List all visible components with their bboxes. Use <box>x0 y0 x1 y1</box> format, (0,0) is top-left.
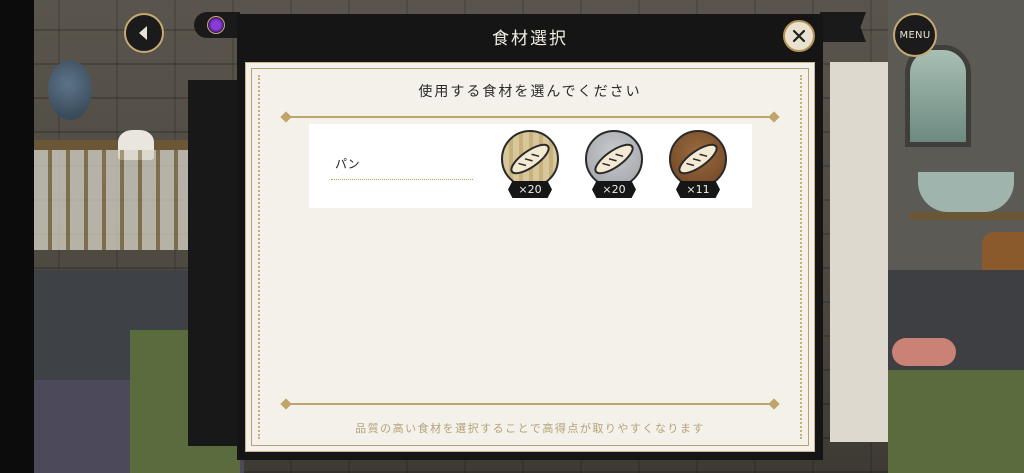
arched-window <box>905 45 971 147</box>
close-button[interactable] <box>783 20 815 52</box>
item-count-badge: ×11 <box>676 181 720 198</box>
menu-label: MENU <box>899 29 931 41</box>
ingredient-item-low-quality[interactable]: ×20 <box>499 130 563 206</box>
hanging-pan <box>48 60 92 120</box>
stacked-bowls <box>918 172 1014 212</box>
ingredient-row: パン ×20 ×20 ×11 <box>309 124 752 208</box>
top-gold-divider <box>286 116 774 118</box>
bread-icon <box>510 143 550 175</box>
right-stove-base <box>888 370 1024 473</box>
gem-icon <box>207 16 225 34</box>
paper-dotted-border-right <box>800 75 802 439</box>
item-count-badge: ×20 <box>592 181 636 198</box>
close-icon <box>792 29 806 43</box>
footer-hint-text: 品質の高い食材を選択することで高得点が取りやすくなります <box>355 422 705 435</box>
dialog-header: 食材選択 <box>237 14 823 58</box>
bowl-shelf <box>910 212 1024 220</box>
dialog-title: 食材選択 <box>492 28 568 49</box>
quality-coin <box>669 130 727 188</box>
paper-dotted-border-left <box>258 75 260 439</box>
ingredient-item-mid-quality[interactable]: ×20 <box>583 130 647 206</box>
recipe-paper-background <box>830 62 888 442</box>
dialog-paper: 使用する食材を選んでください パン ×20 ×20 ×11 品質の高い食材を選択… <box>245 62 815 452</box>
ingredient-name: パン <box>335 157 360 171</box>
bread-icon <box>678 143 718 175</box>
instruction-text: 使用する食材を選んでください <box>418 84 642 100</box>
meat-on-counter <box>892 338 956 366</box>
chevron-left-icon <box>139 26 147 40</box>
header-ribbon-end <box>820 12 866 42</box>
quality-coin <box>585 130 643 188</box>
left-screen-edge <box>0 0 34 473</box>
back-button[interactable] <box>124 13 164 53</box>
dish-rack <box>34 150 194 250</box>
item-count-badge: ×20 <box>508 181 552 198</box>
bottom-gold-divider <box>286 403 774 405</box>
ingredient-select-dialog: 食材選択 使用する食材を選んでください パン ×20 ×20 ×11 品質の高い… <box>237 14 823 460</box>
ingredient-item-high-quality[interactable]: ×11 <box>667 130 731 206</box>
menu-button[interactable]: MENU <box>893 13 937 57</box>
quality-coin <box>501 130 559 188</box>
ingredient-name-underline <box>331 179 473 180</box>
bread-icon <box>594 143 634 175</box>
